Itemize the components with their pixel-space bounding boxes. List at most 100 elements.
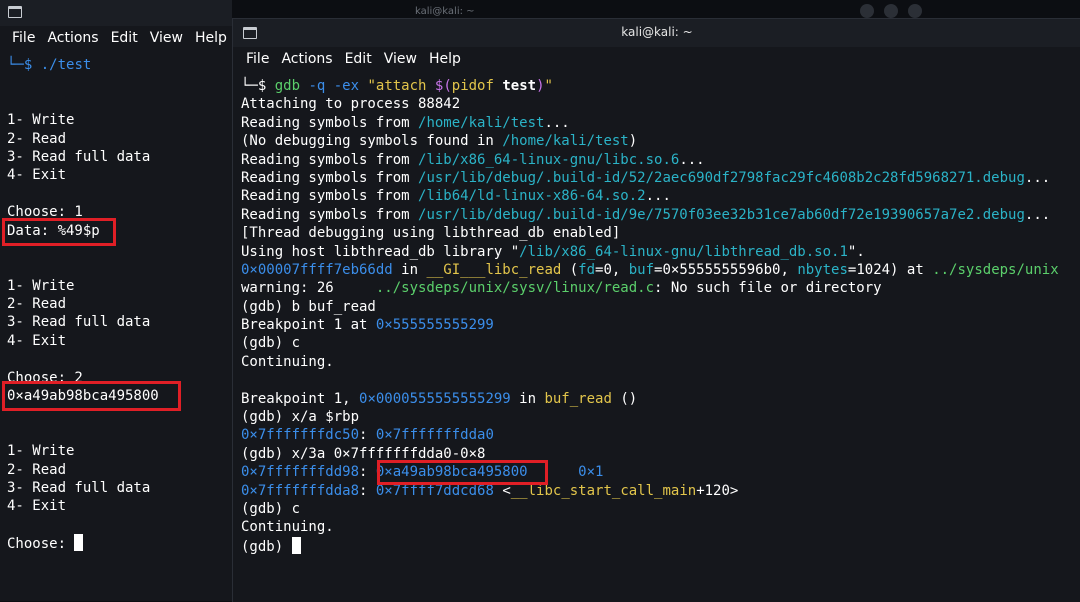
- command-subst: $(: [434, 78, 452, 94]
- terminal-line: (gdb) x/3a 0×7fffffffdda0-0×8: [241, 445, 486, 462]
- text: in: [392, 261, 427, 278]
- command-subst-close: ): [536, 78, 545, 94]
- terminal-line: (gdb) c: [241, 500, 301, 517]
- menu-option: 1- Write: [7, 277, 75, 294]
- choose-prompt: Choose:: [7, 536, 75, 553]
- path: /lib/x86_64-linux-gnu/libthread_db.so.1: [519, 243, 848, 260]
- text: =1024) at: [847, 261, 933, 278]
- menu-help[interactable]: Help: [195, 30, 227, 46]
- left-terminal-output[interactable]: └─$ ./test 1- Write 2- Read 3- Read full…: [7, 56, 159, 553]
- command-pidof: pidof: [451, 78, 494, 94]
- menu-file[interactable]: File: [12, 30, 35, 46]
- address: 0×555555555299: [375, 317, 494, 334]
- address: 0×7fffffffdc50: [241, 427, 360, 444]
- text: :: [359, 464, 376, 481]
- path: /usr/lib/debug/.build-id/9e/7570f03ee32b…: [418, 206, 1025, 223]
- maximize-button[interactable]: [884, 4, 898, 18]
- menu-option: 1- Write: [7, 112, 75, 129]
- text: ...: [544, 114, 570, 131]
- menu-view[interactable]: View: [384, 51, 417, 67]
- path: ../sysdeps/unix: [932, 261, 1059, 278]
- prompt: └─$: [241, 78, 267, 94]
- terminal-line: 0×7fffffffdda8: 0×7ffff7ddcd68 <__libc_s…: [241, 482, 1059, 500]
- path: /lib/x86_64-linux-gnu/libc.so.6: [418, 151, 680, 168]
- minimize-button[interactable]: [860, 4, 874, 18]
- terminal-line: Continuing.: [241, 353, 334, 370]
- close-button[interactable]: [908, 4, 922, 18]
- text: (No debugging symbols found in: [241, 133, 503, 150]
- command-test: test: [502, 78, 537, 94]
- text: :: [359, 427, 376, 444]
- window-title: kali@kali: ~: [621, 25, 693, 39]
- terminal-line: Breakpoint 1 at 0×555555555299: [241, 316, 1059, 334]
- function-name: __GI___libc_read: [426, 261, 562, 278]
- right-terminal-window[interactable]: kali@kali: ~ File Actions Edit View Help └─$…: [232, 18, 1080, 602]
- menu-view[interactable]: View: [150, 30, 183, 46]
- text: (): [611, 390, 638, 407]
- terminal-line: └─$ ./test: [7, 56, 159, 74]
- text: warning: 26: [241, 280, 376, 297]
- menu-option: 4- Exit: [7, 332, 67, 349]
- text: Reading symbols from: [241, 188, 419, 205]
- menu-option: 2- Read: [7, 130, 67, 147]
- text: +120>: [696, 482, 739, 499]
- menu-edit[interactable]: Edit: [345, 51, 372, 67]
- text: ...: [1024, 169, 1051, 186]
- terminal-line: Using host libthread_db library "/lib/x8…: [241, 243, 1059, 261]
- right-terminal-titlebar[interactable]: kali@kali: ~: [233, 19, 1080, 47]
- terminal-line: (gdb) x/a $rbp: [241, 409, 360, 426]
- text: Reading symbols from: [241, 114, 419, 131]
- left-menubar: File Actions Edit View Help: [12, 30, 227, 46]
- menu-help[interactable]: Help: [429, 51, 461, 67]
- menu-option: 2- Read: [7, 461, 67, 478]
- menu-actions[interactable]: Actions: [281, 51, 332, 67]
- choose-line: Choose:: [7, 534, 159, 552]
- text: : No such file or directory: [654, 280, 882, 297]
- terminal-line: Reading symbols from /lib/x86_64-linux-g…: [241, 151, 1059, 169]
- terminal-line: [Thread debugging using libthread_db ena…: [241, 225, 621, 242]
- text: :: [359, 482, 376, 499]
- highlight-box-canary: [377, 460, 548, 485]
- text: Reading symbols from: [241, 151, 419, 168]
- terminal-line: 0×7fffffffdd98: 0×a49ab98bca495800 0×1: [241, 463, 1059, 481]
- menu-option: 3- Read full data: [7, 479, 151, 496]
- text: Breakpoint 1 at: [241, 317, 376, 334]
- address: 0×00007ffff7eb66dd: [241, 261, 393, 278]
- menu-option: 1- Write: [7, 443, 75, 460]
- terminal-line: 0×00007ffff7eb66dd in __GI___libc_read (…: [241, 261, 1059, 279]
- path: /home/kali/test: [502, 133, 629, 150]
- text: Breakpoint 1,: [241, 390, 360, 407]
- text: =0×5555555596b0,: [654, 261, 798, 278]
- menu-file[interactable]: File: [246, 51, 269, 67]
- text: ...: [645, 188, 671, 205]
- menu-edit[interactable]: Edit: [111, 30, 138, 46]
- menu-option: 3- Read full data: [7, 148, 151, 165]
- terminal-line: Continuing.: [241, 519, 334, 536]
- menu-option: 4- Exit: [7, 498, 67, 515]
- terminal-line: Reading symbols from /usr/lib/debug/.bui…: [241, 169, 1059, 187]
- arg-name: buf: [628, 261, 655, 278]
- left-terminal-window[interactable]: File Actions Edit View Help └─$ ./test 1- Wr…: [0, 0, 232, 601]
- menu-actions[interactable]: Actions: [47, 30, 98, 46]
- highlight-box-leak: [2, 381, 181, 411]
- terminal-line: Reading symbols from /lib64/ld-linux-x86…: [241, 187, 1059, 205]
- text-cursor: [74, 534, 84, 552]
- text: ...: [679, 151, 705, 168]
- text: ".: [847, 243, 865, 260]
- terminal-line: Reading symbols from /home/kali/test...: [241, 114, 1059, 132]
- text: =0,: [595, 261, 629, 278]
- terminal-line: (gdb) b buf_read: [241, 298, 376, 315]
- command-line: └─$ gdb -q -ex "attach $(pidof test)": [241, 77, 1059, 95]
- terminal-line: warning: 26 ../sysdeps/unix/sysv/linux/r…: [241, 279, 1059, 297]
- arg-name: nbytes: [797, 261, 848, 278]
- path: /home/kali/test: [418, 114, 545, 131]
- right-terminal-output[interactable]: └─$ gdb -q -ex "attach $(pidof test)" At…: [241, 77, 1059, 555]
- left-terminal-titlebar[interactable]: [0, 0, 232, 26]
- text: Reading symbols from: [241, 169, 419, 186]
